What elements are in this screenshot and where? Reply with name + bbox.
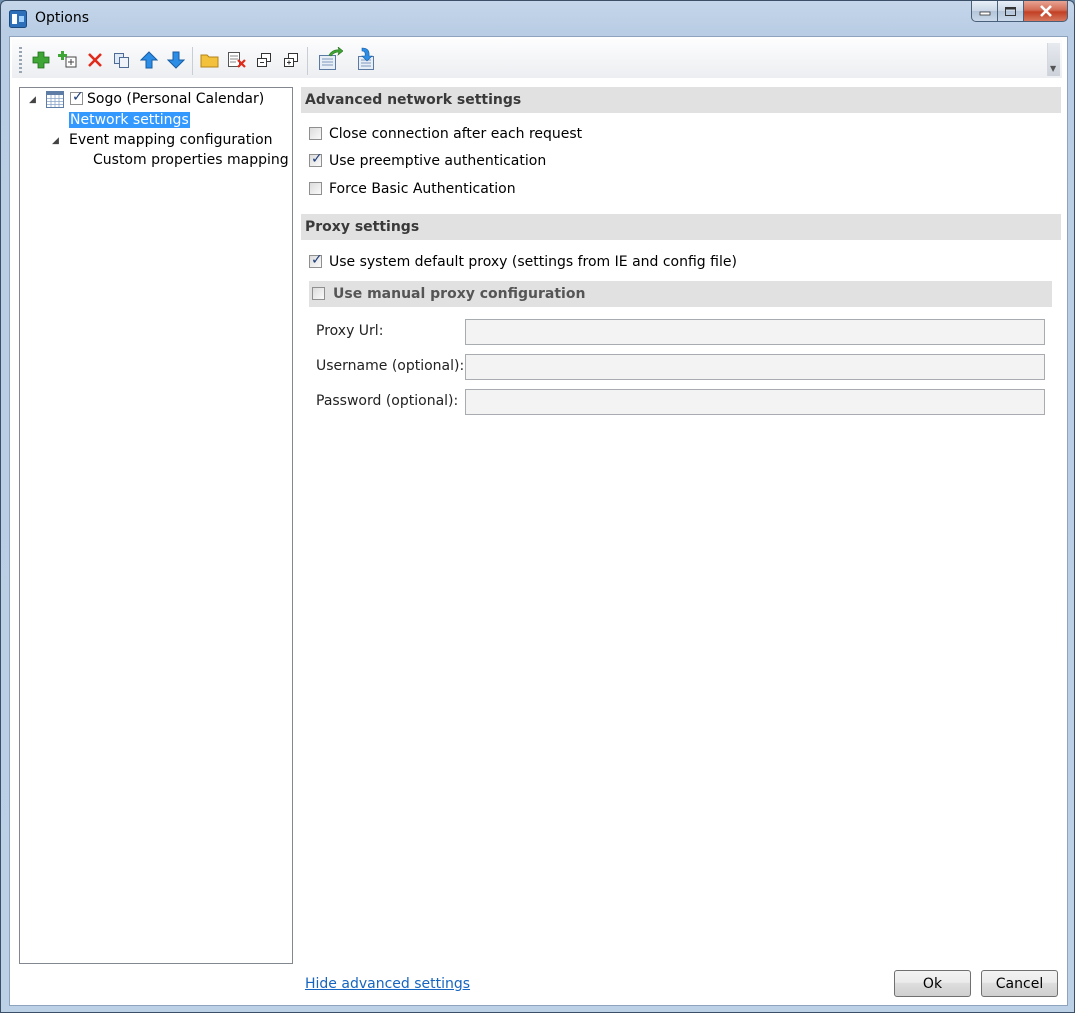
- ok-button[interactable]: Ok: [894, 970, 971, 997]
- tree-item-custom-properties[interactable]: Custom properties mapping: [93, 152, 289, 168]
- close-icon: [1039, 5, 1052, 17]
- toolbar-overflow-button[interactable]: ▼: [1047, 43, 1060, 76]
- tree-item-event-mapping[interactable]: Event mapping configuration: [69, 132, 273, 148]
- move-up-icon: [140, 51, 158, 69]
- options-window: Options ▼ ◢ ✓ Sogo (Personal Calendar) N…: [0, 0, 1075, 1013]
- profile-enabled-checkbox[interactable]: ✓: [70, 89, 84, 105]
- advanced-section-header: Advanced network settings: [301, 87, 1061, 113]
- hide-advanced-settings-link[interactable]: Hide advanced settings: [305, 976, 470, 992]
- clear-cache-icon: [228, 52, 246, 68]
- calendar-icon: [46, 91, 64, 108]
- collapse-all-button[interactable]: [280, 49, 302, 71]
- move-down-button[interactable]: [165, 49, 187, 71]
- caption-buttons: [971, 1, 1068, 23]
- toolbar-separator: [192, 47, 193, 75]
- export-button[interactable]: [316, 46, 344, 72]
- checkmark-icon: ✓: [311, 151, 323, 167]
- clear-cache-button[interactable]: [226, 49, 248, 71]
- toolbar-grip[interactable]: [19, 47, 22, 75]
- option-label: Use preemptive authentication: [329, 153, 547, 169]
- proxy-section-header: Proxy settings: [301, 214, 1061, 240]
- proxy-url-label: Proxy Url:: [316, 323, 384, 339]
- system-proxy-checkbox[interactable]: ✓: [309, 252, 323, 268]
- add-icon: [32, 51, 50, 69]
- password-input[interactable]: [465, 389, 1045, 415]
- open-folder-icon: [200, 54, 219, 68]
- add-button[interactable]: [30, 49, 52, 71]
- cancel-button[interactable]: Cancel: [981, 970, 1058, 997]
- copy-icon: [114, 53, 129, 68]
- delete-icon: [88, 53, 102, 67]
- tree-item-label: Event mapping configuration: [69, 132, 273, 148]
- options-tree: ◢ ✓ Sogo (Personal Calendar) Network set…: [19, 87, 293, 964]
- username-input[interactable]: [465, 354, 1045, 380]
- tree-item-label: Sogo (Personal Calendar): [87, 91, 265, 107]
- expand-arrow-icon[interactable]: ◢: [29, 95, 36, 105]
- tree-item-label: Network settings: [69, 112, 190, 128]
- minimize-icon: [979, 11, 990, 16]
- export-icon: [319, 47, 343, 70]
- username-label: Username (optional):: [316, 358, 465, 374]
- preemptive-auth-checkbox[interactable]: ✓: [309, 151, 323, 167]
- copy-button[interactable]: [111, 49, 133, 71]
- maximize-button[interactable]: [998, 1, 1024, 22]
- add-multiple-button[interactable]: [57, 49, 79, 71]
- option-label: Close connection after each request: [329, 126, 583, 142]
- tree-item-network-settings[interactable]: Network settings: [69, 112, 190, 128]
- option-label: Use system default proxy (settings from …: [329, 254, 737, 270]
- client-area: ▼ ◢ ✓ Sogo (Personal Calendar) Network s…: [9, 36, 1068, 1006]
- open-folder-button[interactable]: [199, 49, 221, 71]
- toolbar: ▼: [12, 39, 1062, 78]
- delete-button[interactable]: [84, 49, 106, 71]
- window-title: Options: [35, 10, 90, 26]
- manual-proxy-label[interactable]: Use manual proxy configuration: [333, 286, 585, 302]
- close-connection-checkbox[interactable]: [309, 127, 322, 140]
- add-multiple-icon: [58, 51, 77, 68]
- app-icon: [9, 10, 27, 28]
- proxy-url-input[interactable]: [465, 319, 1045, 345]
- title-bar[interactable]: Options: [1, 1, 1074, 37]
- tree-item-sogo-profile[interactable]: Sogo (Personal Calendar): [87, 91, 264, 107]
- option-label: Force Basic Authentication: [329, 181, 516, 197]
- password-label: Password (optional):: [316, 393, 459, 409]
- minimize-button[interactable]: [971, 1, 998, 22]
- checkmark-icon: ✓: [311, 252, 323, 268]
- tree-item-label: Custom properties mapping: [93, 152, 289, 168]
- maximize-icon: [1005, 6, 1016, 16]
- expand-all-icon: [257, 53, 271, 67]
- force-basic-auth-checkbox[interactable]: [309, 182, 322, 195]
- manual-proxy-header: Use manual proxy configuration: [309, 281, 1052, 307]
- checkmark-icon: ✓: [72, 89, 84, 105]
- settings-panel: Advanced network settings Close connecti…: [301, 87, 1061, 992]
- move-down-icon: [167, 51, 185, 69]
- move-up-button[interactable]: [138, 49, 160, 71]
- toolbar-separator: [307, 47, 308, 75]
- expand-all-button[interactable]: [253, 49, 275, 71]
- manual-proxy-checkbox[interactable]: [312, 287, 325, 300]
- expand-arrow-icon[interactable]: ◢: [52, 136, 59, 146]
- chevron-down-icon: ▼: [1050, 64, 1057, 73]
- import-button[interactable]: [352, 46, 380, 72]
- import-icon: [358, 47, 374, 70]
- collapse-all-icon: [284, 53, 298, 67]
- close-button[interactable]: [1024, 1, 1068, 22]
